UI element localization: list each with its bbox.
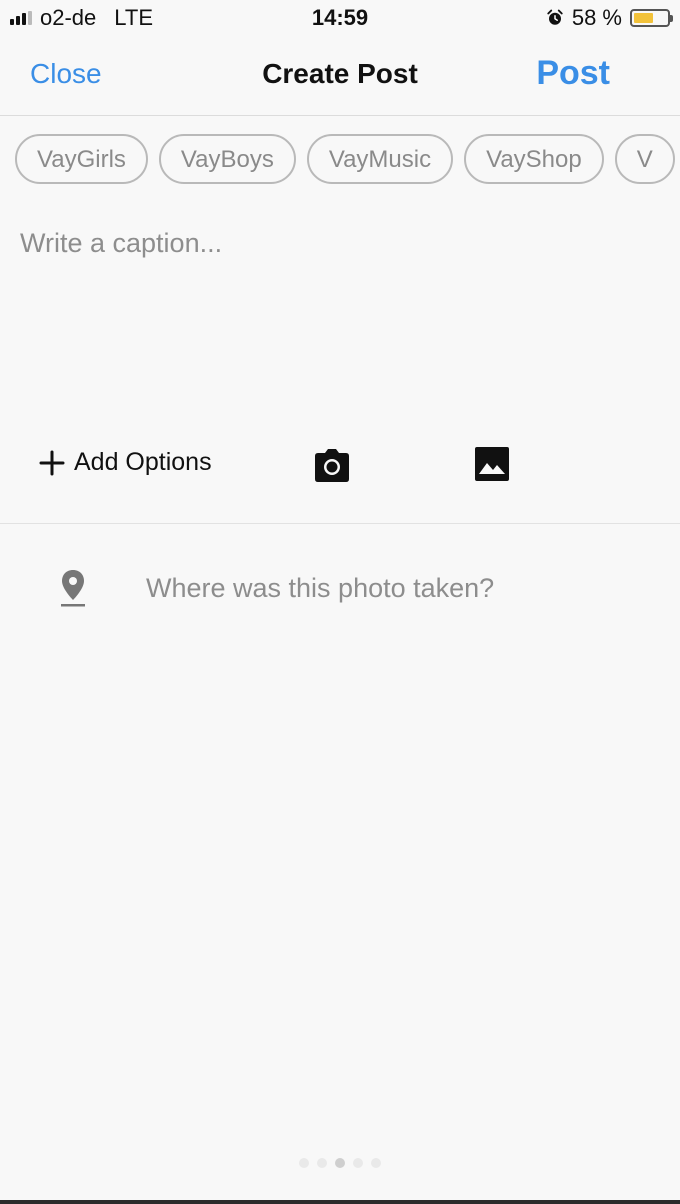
page-dot	[317, 1158, 327, 1168]
plus-icon	[39, 450, 65, 475]
add-options-label: Add Options	[74, 448, 212, 476]
chip-vaygirls[interactable]: VayGirls	[15, 134, 148, 184]
chip-vaymusic[interactable]: VayMusic	[306, 134, 454, 184]
channel-chips: VayGirls VayBoys VayMusic VayShop V	[15, 134, 680, 188]
page-indicator	[0, 1158, 680, 1168]
status-bar: o2-de LTE 14:59 58 %	[0, 0, 680, 36]
battery-icon	[630, 9, 673, 27]
caption-input[interactable]	[20, 228, 660, 418]
location-pin-icon	[61, 570, 85, 607]
chip-partial[interactable]: V	[614, 134, 675, 184]
location-input[interactable]	[146, 568, 646, 608]
battery-level-fill	[634, 13, 653, 23]
page-dot	[299, 1158, 309, 1168]
alarm-icon	[547, 9, 563, 25]
bottom-edge	[0, 1200, 680, 1204]
status-left: o2-de LTE	[10, 5, 153, 31]
add-options-button[interactable]: Add Options	[38, 448, 212, 477]
post-button[interactable]: Post	[536, 54, 610, 93]
page-dot	[335, 1158, 345, 1168]
page-dot	[371, 1158, 381, 1168]
carrier-name: o2-de	[40, 5, 97, 30]
image-icon[interactable]	[474, 446, 510, 482]
post-toolbar: Add Options	[0, 440, 680, 524]
battery-percentage: 58 %	[571, 5, 622, 30]
chip-vayshop[interactable]: VayShop	[464, 134, 604, 184]
status-right: 58 %	[546, 5, 673, 31]
close-button[interactable]: Close	[30, 58, 102, 90]
network-type: LTE	[114, 5, 153, 30]
location-row	[0, 560, 680, 620]
page-dot	[353, 1158, 363, 1168]
signal-strength-icon	[10, 11, 32, 25]
camera-icon[interactable]	[312, 446, 352, 486]
chip-vayboys[interactable]: VayBoys	[158, 134, 296, 184]
nav-bar: Close Create Post Post	[0, 36, 680, 116]
